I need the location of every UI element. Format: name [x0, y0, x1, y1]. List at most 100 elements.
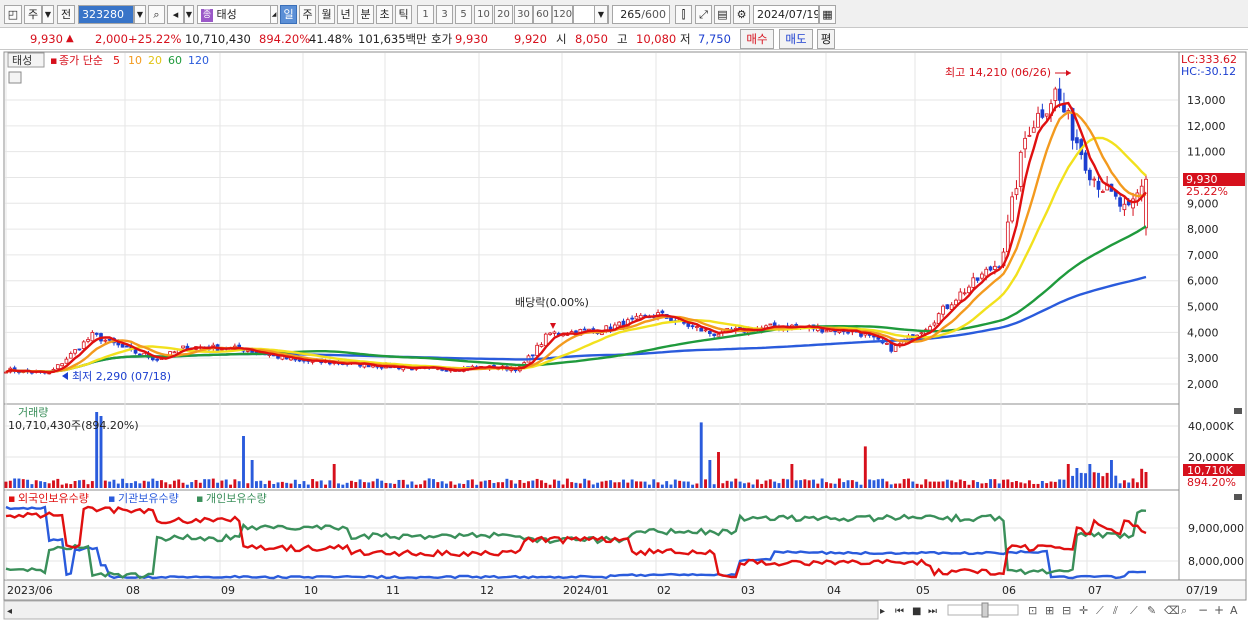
save-icon[interactable]: ▤ [714, 5, 731, 24]
stock-name-field[interactable]: 종 태성 [197, 5, 277, 24]
stock-code-input[interactable]: 323280 [78, 5, 134, 24]
gear-icon[interactable]: ⚙ [733, 5, 750, 24]
volume-bar [341, 484, 345, 488]
crosshair-icon[interactable]: ✛ [1079, 604, 1088, 617]
stop-icon[interactable]: ■ [912, 606, 921, 617]
eraser-icon[interactable]: ⌫ [1164, 604, 1180, 617]
candle-body [967, 286, 971, 294]
overlay-icon[interactable]: ⊡ [1028, 604, 1037, 617]
minute-20-button[interactable]: 20 [494, 5, 513, 24]
panel-settings-icon[interactable] [8, 71, 22, 84]
volume-bar [587, 480, 591, 488]
volume-bar [505, 478, 509, 488]
ruler-icon[interactable]: ⟋ [1130, 604, 1138, 617]
layout-icon[interactable]: ⊟ [1062, 604, 1071, 617]
volume-bar [242, 436, 245, 488]
volume-bar [203, 479, 207, 488]
volume-bar [548, 484, 552, 488]
date-field[interactable]: 2024/07/19 [753, 5, 819, 24]
volume-bar [1053, 481, 1057, 488]
volume-bar [911, 481, 915, 488]
minute-60-button[interactable]: 60 [533, 5, 552, 24]
data-count-field[interactable]: 265/600 [612, 5, 670, 24]
x-axis-label: 07 [1088, 584, 1102, 597]
volume-bar [457, 483, 461, 488]
tab-second[interactable]: 초 [376, 5, 393, 24]
volume-bar [319, 480, 323, 488]
volume-bar [116, 483, 120, 488]
zoom-search-icon[interactable]: ⌕ [1181, 604, 1187, 617]
volume-bar [60, 484, 64, 488]
candle-body [975, 277, 980, 281]
rewind-icon[interactable]: ⏮ [895, 606, 904, 617]
stock-code-dropdown-icon[interactable]: ▼ [134, 5, 146, 24]
volume-bar [1075, 468, 1079, 488]
volume-bar [393, 483, 397, 488]
price-tick-label: 5,000 [1187, 301, 1219, 314]
stock-chart[interactable]: 태성 ▪ 종가 단순 5 10 20 60 120 최고 14,210 (06/… [0, 50, 1248, 621]
change-tag: 25.22% [1186, 185, 1228, 198]
series-label: ▪ [50, 54, 57, 67]
tab-daily[interactable]: 일 [280, 5, 297, 24]
volume-bar [989, 479, 992, 488]
font-size-icon[interactable]: A [1230, 604, 1238, 617]
tab-weekly[interactable]: 주 [299, 5, 316, 24]
x-axis-label: 2024/01 [563, 584, 609, 597]
chart-type-icon[interactable]: ⤢ [695, 5, 712, 24]
minute-10-button[interactable]: 10 [474, 5, 493, 24]
speaker-icon[interactable]: ◂ [167, 5, 184, 24]
volume-bar [138, 483, 142, 488]
candle-body [941, 305, 945, 315]
buy-button[interactable]: 매수 [740, 29, 774, 49]
zoom-in-icon[interactable]: + [1214, 603, 1224, 617]
calendar-icon[interactable]: ▦ [819, 5, 836, 24]
volume-bar [1036, 483, 1040, 488]
compare-icon[interactable]: ⊞ [1045, 604, 1054, 617]
minute-3-button[interactable]: 3 [436, 5, 453, 24]
volume-bar [639, 481, 643, 488]
average-button[interactable]: 평 [817, 29, 835, 49]
volume-bar [1092, 472, 1096, 488]
market-select[interactable]: 주 [24, 5, 42, 24]
text-tool-icon[interactable]: ✎ [1147, 604, 1156, 617]
forward-icon[interactable]: ⏭ [928, 606, 937, 617]
minute-1-button[interactable]: 1 [417, 5, 434, 24]
volume-bar [324, 484, 327, 488]
tab-tick[interactable]: 틱 [395, 5, 412, 24]
tab-monthly[interactable]: 월 [318, 5, 335, 24]
volume-bar [518, 480, 522, 488]
window-menu-icon[interactable]: ◰ [4, 5, 22, 24]
volume-bar [777, 483, 781, 488]
custom-period-dropdown-icon[interactable]: ▼ [594, 5, 608, 24]
volume-bar [1015, 481, 1018, 488]
scope-select[interactable]: 전 [57, 5, 75, 24]
trendline-icon[interactable]: ⟋ [1096, 604, 1104, 617]
holdings-panel-minimize-icon[interactable] [1234, 494, 1242, 500]
sell-button[interactable]: 매도 [779, 29, 813, 49]
volume-panel-minimize-icon[interactable] [1234, 408, 1242, 414]
minute-5-button[interactable]: 5 [455, 5, 472, 24]
speaker-dropdown-icon[interactable]: ▼ [184, 5, 194, 24]
minute-30-button[interactable]: 30 [514, 5, 533, 24]
zoom-out-icon[interactable]: − [1198, 603, 1208, 617]
tab-yearly[interactable]: 년 [337, 5, 354, 24]
volume-bar [479, 481, 483, 488]
scroll-left-icon[interactable]: ◂ [7, 606, 12, 617]
volume-bar [721, 483, 725, 488]
fibonacci-icon[interactable]: ⫽ [1112, 604, 1118, 617]
volume-bar [1027, 480, 1031, 488]
scroll-right-icon[interactable]: ▸ [880, 606, 885, 617]
search-icon[interactable]: ⌕ [148, 5, 165, 24]
volume-bar [1135, 482, 1139, 488]
volume-bar [522, 482, 526, 488]
volume-bar [21, 479, 25, 488]
horizontal-scrollbar[interactable] [3, 600, 879, 620]
market-dropdown-icon[interactable]: ▼ [42, 5, 54, 24]
minute-120-button[interactable]: 120 [552, 5, 573, 24]
candle-body [125, 345, 129, 348]
candle-style-icon[interactable]: ⫿ [675, 5, 692, 24]
tab-minute[interactable]: 분 [357, 5, 374, 24]
zoom-slider-thumb[interactable] [981, 602, 989, 618]
volume-bar [134, 481, 137, 488]
volume-bar [807, 480, 811, 488]
